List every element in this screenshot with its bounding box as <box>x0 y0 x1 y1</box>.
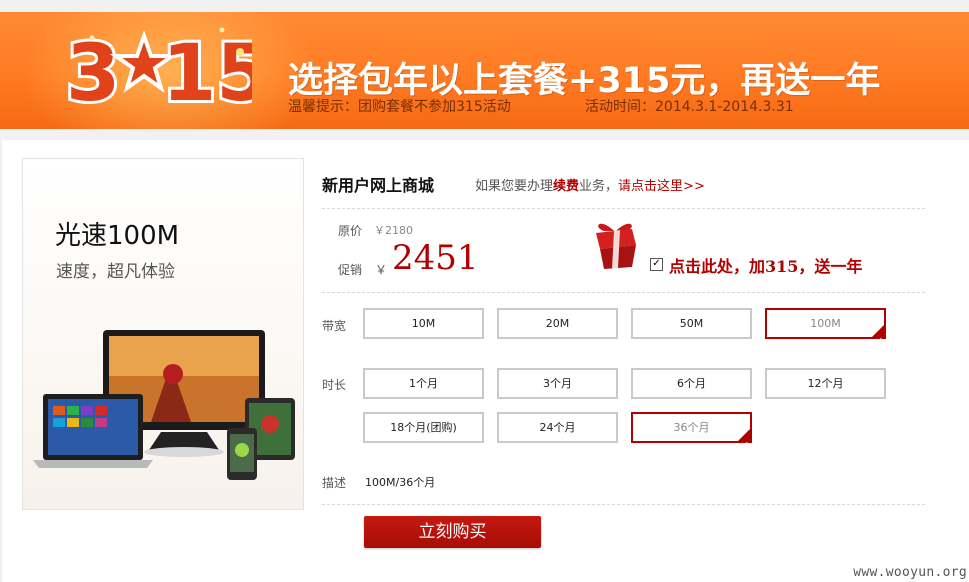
315-logo-graphic: 3 15 <box>63 26 252 118</box>
renew-hint-prefix: 如果您要办理 <box>475 179 554 194</box>
buy-now-button[interactable]: 立刻购买 <box>364 516 541 548</box>
bandwidth-option-50m[interactable]: 50M <box>631 308 752 339</box>
duration-option-24[interactable]: 24个月 <box>497 412 618 443</box>
promo-price-label: 促销 <box>338 263 363 277</box>
renew-hint: 如果您要办理续费业务，请点击这里>> <box>475 175 705 194</box>
svg-text:15: 15 <box>162 29 252 118</box>
bandwidth-label: 带宽 <box>322 319 347 333</box>
shop-title: 新用户网上商城 <box>322 176 435 195</box>
bandwidth-option-100m-label: 100M <box>810 317 841 330</box>
duration-option-3[interactable]: 3个月 <box>497 368 618 399</box>
duration-option-18-group[interactable]: 18个月(团购) <box>363 412 484 443</box>
gift-box-icon <box>590 215 640 275</box>
renew-hint-emphasis: 续费 <box>553 179 580 194</box>
gift-checkbox[interactable]: ✓ <box>650 258 663 271</box>
renew-hint-mid: 业务， <box>579 179 619 194</box>
orig-price-label: 原价 <box>338 224 363 238</box>
divider <box>322 292 925 293</box>
banner-activity-time: 活动时间：2014.3.1-2014.3.31 <box>585 99 794 115</box>
order-form: 新用户网上商城 如果您要办理续费业务，请点击这里>> 原价 ￥2180 促销 ￥… <box>322 140 927 582</box>
orig-price-value: ￥2180 <box>374 224 413 237</box>
devices-image <box>31 324 301 488</box>
devices-illustration <box>33 330 295 480</box>
divider <box>322 208 925 209</box>
banner-tip: 温馨提示：团购套餐不参加315活动 <box>288 99 511 115</box>
duration-option-6[interactable]: 6个月 <box>631 368 752 399</box>
promo-banner[interactable]: 3 15 选择包年以上套餐+315元，再送一年 温馨提示：团购套餐不参加315活… <box>0 12 969 129</box>
renew-link[interactable]: 请点击这里>> <box>618 179 705 194</box>
order-panel: 光速100M 速度，超凡体验 新用户网上商城 如果您要办理续费业务，请点击这里>… <box>2 140 969 582</box>
description-value: 100M/36个月 <box>365 476 436 489</box>
promo-price-value: 2451 <box>392 238 479 278</box>
watermark: www.wooyun.org <box>853 565 967 580</box>
gift-box-graphic <box>596 223 636 269</box>
product-subtitle: 速度，超凡体验 <box>56 262 175 282</box>
description-label: 描述 <box>322 476 347 490</box>
selected-check-icon: ✓ <box>742 440 749 449</box>
duration-option-1[interactable]: 1个月 <box>363 368 484 399</box>
duration-label: 时长 <box>322 378 347 392</box>
product-card: 光速100M 速度，超凡体验 <box>22 158 304 510</box>
currency-symbol: ￥ <box>375 263 388 277</box>
svg-text:3: 3 <box>66 29 120 118</box>
product-title: 光速100M <box>55 221 180 251</box>
duration-option-36-label: 36个月 <box>673 421 710 434</box>
duration-option-12[interactable]: 12个月 <box>765 368 886 399</box>
divider <box>322 504 925 505</box>
bandwidth-option-20m[interactable]: 20M <box>497 308 618 339</box>
bandwidth-option-100m[interactable]: 100M ✓ <box>765 308 886 345</box>
bandwidth-option-10m[interactable]: 10M <box>363 308 484 339</box>
gift-offer-text[interactable]: 点击此处，加315，送一年 <box>669 253 862 277</box>
315-logo: 3 15 <box>62 18 252 118</box>
selected-check-icon: ✓ <box>876 336 883 345</box>
duration-option-36[interactable]: 36个月 ✓ <box>631 412 752 449</box>
